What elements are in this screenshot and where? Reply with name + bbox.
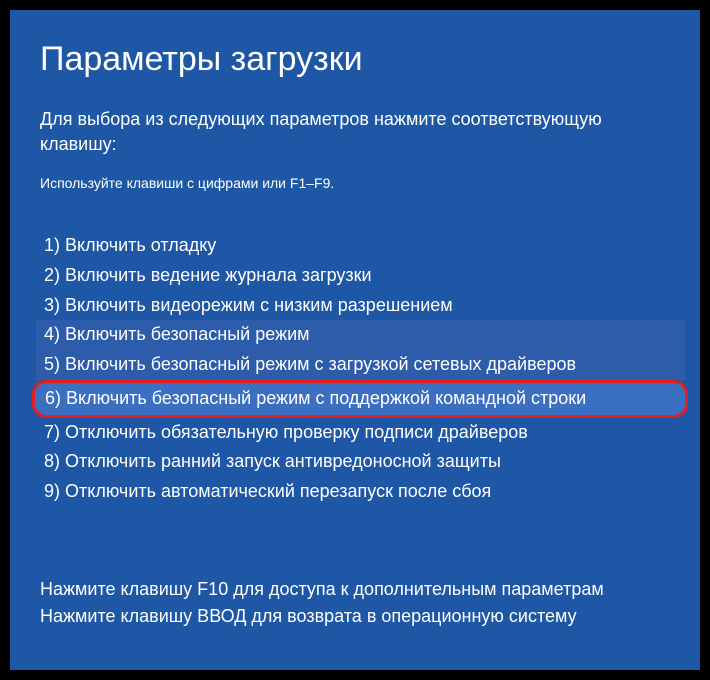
boot-option-7[interactable]: 7) Отключить обязательную проверку подпи… [40, 418, 670, 448]
boot-option-3[interactable]: 3) Включить видеорежим с низким разрешен… [40, 291, 670, 321]
subtitle-text: Для выбора из следующих параметров нажми… [40, 107, 670, 157]
option-label: 6) Включить безопасный режим с поддержко… [45, 388, 586, 408]
boot-option-2[interactable]: 2) Включить ведение журнала загрузки [40, 261, 670, 291]
footer-line-2: Нажмите клавишу ВВОД для возврата в опер… [40, 603, 670, 630]
option-label: 9) Отключить автоматический перезапуск п… [44, 481, 491, 501]
boot-option-6[interactable]: 6) Включить безопасный режим с поддержко… [32, 380, 688, 418]
option-label: 8) Отключить ранний запуск антивредоносн… [44, 451, 501, 471]
boot-option-9[interactable]: 9) Отключить автоматический перезапуск п… [40, 477, 670, 507]
boot-option-1[interactable]: 1) Включить отладку [40, 231, 670, 261]
startup-settings-screen: Параметры загрузки Для выбора из следующ… [10, 10, 700, 670]
option-label: 3) Включить видеорежим с низким разрешен… [44, 295, 453, 315]
boot-option-4[interactable]: 4) Включить безопасный режим [36, 320, 685, 350]
boot-option-8[interactable]: 8) Отключить ранний запуск антивредоносн… [40, 447, 670, 477]
page-title: Параметры загрузки [40, 40, 670, 79]
option-label: 2) Включить ведение журнала загрузки [44, 265, 372, 285]
option-label: 4) Включить безопасный режим [44, 324, 310, 344]
boot-options-list: 1) Включить отладку 2) Включить ведение … [40, 231, 670, 506]
option-label: 1) Включить отладку [44, 235, 216, 255]
footer-instructions: Нажмите клавишу F10 для доступа к дополн… [40, 576, 670, 630]
footer-line-1: Нажмите клавишу F10 для доступа к дополн… [40, 576, 670, 603]
boot-option-5[interactable]: 5) Включить безопасный режим с загрузкой… [36, 350, 685, 380]
option-label: 7) Отключить обязательную проверку подпи… [44, 422, 528, 442]
option-label: 5) Включить безопасный режим с загрузкой… [44, 354, 576, 374]
hint-text: Используйте клавиши с цифрами или F1–F9. [40, 175, 670, 191]
